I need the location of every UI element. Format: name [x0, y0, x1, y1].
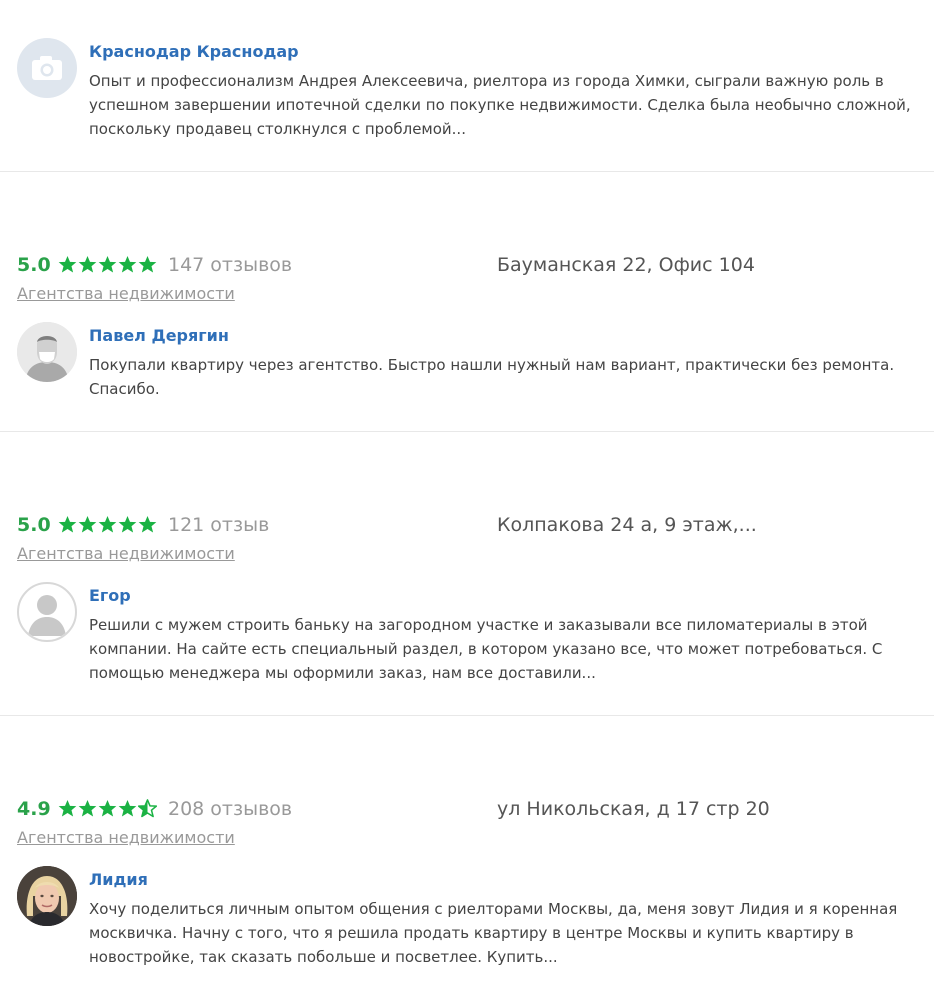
reviews-count-link[interactable]: 147 отзывов [168, 252, 292, 278]
star-icon [58, 515, 77, 533]
rating-row: 4.9 208 отзывов ул Никольская, д 17 стр … [17, 796, 917, 822]
masked-person-avatar [17, 322, 77, 382]
star-rating [58, 255, 157, 274]
half-star-icon [138, 799, 157, 818]
author-link[interactable]: Егор [89, 586, 131, 605]
rating-value: 5.0 [17, 254, 51, 276]
author-link[interactable]: Лидия [89, 870, 148, 889]
divider [0, 715, 934, 716]
camera-icon [17, 38, 77, 98]
star-icon [98, 799, 117, 817]
star-icon [78, 255, 97, 273]
rating-row: 5.0 147 отзывов Бауманская 22, Офис 104 [17, 252, 917, 278]
star-rating [58, 515, 157, 534]
star-icon [98, 515, 117, 533]
star-icon [118, 255, 137, 273]
review-text: Хочу поделиться личным опытом общения с … [89, 900, 898, 966]
divider [0, 171, 934, 172]
category-link[interactable]: Агентства недвижимости [17, 543, 235, 565]
author-link[interactable]: Павел Дерягин [89, 326, 229, 345]
review-text: Покупали квартиру через агентство. Быстр… [89, 356, 895, 398]
category-link[interactable]: Агентства недвижимости [17, 283, 235, 305]
star-icon [138, 515, 157, 533]
woman-photo-avatar [17, 866, 77, 926]
person-placeholder-icon [17, 582, 77, 642]
review-text: Опыт и профессионализм Андрея Алексеевич… [89, 72, 911, 138]
rating-row: 5.0 121 отзыв Колпакова 24 а, 9 этаж,... [17, 512, 917, 538]
category-link[interactable]: Агентства недвижимости [17, 827, 235, 849]
star-icon [58, 255, 77, 273]
star-icon [78, 515, 97, 533]
star-icon [118, 799, 137, 817]
author-link[interactable]: Краснодар Краснодар [89, 42, 299, 61]
star-rating [58, 799, 157, 818]
rating-value: 4.9 [17, 798, 51, 820]
star-icon [98, 255, 117, 273]
agency-address: ул Никольская, д 17 стр 20 [497, 798, 770, 820]
reviews-count-link[interactable]: 208 отзывов [168, 796, 292, 822]
review-text: Решили с мужем строить баньку на загород… [89, 616, 883, 682]
star-icon [58, 799, 77, 817]
star-icon [118, 515, 137, 533]
reviews-count-link[interactable]: 121 отзыв [168, 512, 269, 538]
divider [0, 431, 934, 432]
rating-value: 5.0 [17, 514, 51, 536]
star-icon [138, 255, 157, 273]
agency-address: Бауманская 22, Офис 104 [497, 254, 755, 276]
agency-address: Колпакова 24 а, 9 этаж,... [497, 514, 757, 536]
star-icon [78, 799, 97, 817]
